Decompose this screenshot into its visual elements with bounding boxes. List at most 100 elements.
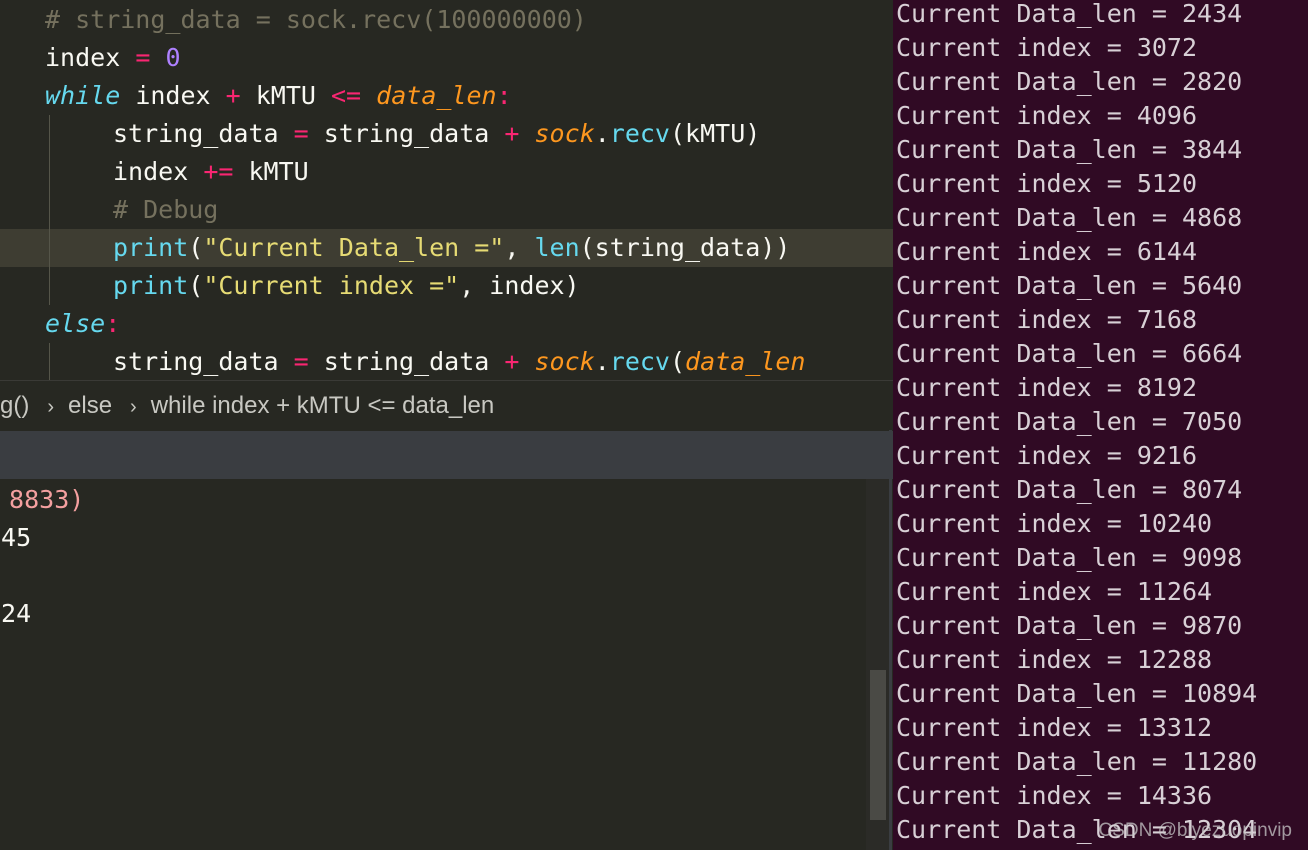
code-token: <= bbox=[331, 81, 362, 110]
code-token: = bbox=[293, 347, 309, 376]
code-line[interactable]: # string_data = sock.recv(100000000) bbox=[0, 1, 893, 39]
code-token: print bbox=[113, 233, 189, 262]
code-token: else bbox=[45, 309, 106, 338]
panel-divider bbox=[889, 430, 892, 850]
code-token: (string_data)) bbox=[579, 233, 791, 262]
console-line: Current index = 4096 bbox=[896, 101, 1198, 130]
console-line: Current index = 6144 bbox=[896, 237, 1198, 266]
code-token: string_data bbox=[308, 347, 505, 376]
code-token: , index) bbox=[459, 271, 580, 300]
code-token: "Current index =" bbox=[203, 271, 460, 300]
code-line[interactable]: string_data = string_data + sock.recv(da… bbox=[0, 343, 893, 380]
code-token: recv bbox=[609, 119, 670, 148]
code-line[interactable]: index = 0 bbox=[0, 39, 893, 77]
console-line: Current Data_len = 8074 bbox=[896, 475, 1243, 504]
console-line: Current index = 5120 bbox=[896, 169, 1198, 198]
console-line: Current Data_len = 4868 bbox=[896, 203, 1243, 232]
code-token: string_data bbox=[113, 119, 294, 148]
code-token: . bbox=[594, 347, 610, 376]
console-line: Current index = 3072 bbox=[896, 33, 1198, 62]
code-token: data_len bbox=[376, 81, 497, 110]
code-token: kMTU bbox=[240, 81, 331, 110]
code-token: . bbox=[594, 119, 610, 148]
console-line: Current Data_len = 10894 bbox=[896, 679, 1258, 708]
code-area[interactable]: # string_data = sock.recv(100000000) inde… bbox=[0, 0, 893, 380]
terminal-line: 8833) bbox=[0, 485, 85, 514]
console-line: Current Data_len = 9870 bbox=[896, 611, 1243, 640]
code-line[interactable]: index += kMTU bbox=[0, 153, 893, 191]
console-line: Current index = 8192 bbox=[896, 373, 1198, 402]
code-token: : bbox=[496, 81, 512, 110]
console-line: Current index = 9216 bbox=[896, 441, 1198, 470]
terminal-output[interactable]: 8833) 345 024 bbox=[0, 479, 893, 850]
code-token: index bbox=[113, 157, 204, 186]
code-token: ( bbox=[188, 233, 204, 262]
code-token: # string_data = sock.recv(100000000) bbox=[45, 5, 587, 34]
console-line: Current Data_len = 2820 bbox=[896, 67, 1243, 96]
console-line: Current index = 14336 bbox=[896, 781, 1213, 810]
code-token: len bbox=[534, 233, 580, 262]
code-token: 0 bbox=[165, 43, 181, 72]
code-token: ( bbox=[188, 271, 204, 300]
chevron-right-icon: › bbox=[47, 396, 55, 418]
indent-guide bbox=[49, 343, 50, 380]
code-token: while bbox=[45, 81, 121, 110]
console-line: Current index = 10240 bbox=[896, 509, 1213, 538]
console-line: Current Data_len = 5640 bbox=[896, 271, 1243, 300]
terminal-line: 024 bbox=[0, 599, 32, 628]
code-token: kMTU bbox=[233, 157, 309, 186]
console-line: Current Data_len = 6664 bbox=[896, 339, 1243, 368]
code-token: index bbox=[120, 81, 226, 110]
chevron-right-icon: › bbox=[130, 396, 137, 418]
code-token: sock bbox=[534, 119, 595, 148]
code-line[interactable]: else: bbox=[0, 305, 893, 343]
code-line[interactable]: # Debug bbox=[0, 191, 893, 229]
console-line: Current Data_len = 9098 bbox=[896, 543, 1243, 572]
terminal-scrollbar-thumb[interactable] bbox=[870, 670, 886, 820]
indent-guide bbox=[49, 115, 50, 305]
console-line: Current Data_len = 7050 bbox=[896, 407, 1243, 436]
code-token: + bbox=[504, 347, 520, 376]
breadcrumb: g() › else › while index + kMTU <= data_len bbox=[0, 380, 893, 431]
code-token: : bbox=[105, 309, 121, 338]
code-token: string_data bbox=[308, 119, 505, 148]
code-editor[interactable]: # string_data = sock.recv(100000000) inde… bbox=[0, 0, 893, 850]
code-token: , bbox=[504, 233, 535, 262]
code-token: "Current Data_len =" bbox=[203, 233, 505, 262]
watermark: CSDN @biyezuopinvip bbox=[1098, 820, 1292, 841]
code-token: recv bbox=[609, 347, 670, 376]
console-line: Current index = 11264 bbox=[896, 577, 1213, 606]
code-token: + bbox=[504, 119, 520, 148]
code-token: sock bbox=[534, 347, 595, 376]
ubuntu-terminal[interactable]: Current Data_len = 12304 Current index = … bbox=[893, 0, 1308, 850]
console-line: Current index = 12288 bbox=[896, 645, 1213, 674]
code-line[interactable]: print("Current Data_len =", len(string_d… bbox=[0, 229, 893, 267]
console-line: Current Data_len = 11280 bbox=[896, 747, 1258, 776]
panel-header bbox=[0, 431, 893, 479]
console-line: Current Data_len = 3844 bbox=[896, 135, 1243, 164]
code-token: index bbox=[45, 43, 136, 72]
breadcrumb-item-function[interactable]: g() bbox=[0, 381, 29, 431]
code-token: data_len bbox=[685, 347, 806, 376]
code-token: + bbox=[225, 81, 241, 110]
terminal-line: 345 bbox=[0, 523, 32, 552]
code-token: = bbox=[135, 43, 151, 72]
console-line: Current Data_len = 2434 bbox=[896, 0, 1243, 28]
code-token: string_data bbox=[113, 347, 294, 376]
code-line[interactable]: string_data = string_data + sock.recv(kM… bbox=[0, 115, 893, 153]
breadcrumb-item-while[interactable]: while index + kMTU <= data_len bbox=[151, 381, 495, 431]
console-line: Current index = 7168 bbox=[896, 305, 1198, 334]
code-line[interactable]: print("Current index =", index) bbox=[0, 267, 893, 305]
code-token: (kMTU) bbox=[669, 119, 761, 148]
code-token: ( bbox=[669, 347, 686, 376]
console-line: Current index = 13312 bbox=[896, 713, 1213, 742]
code-token: # Debug bbox=[113, 195, 219, 224]
code-token: print bbox=[113, 271, 189, 300]
breadcrumb-item-else[interactable]: else bbox=[68, 381, 112, 431]
code-line[interactable]: while index + kMTU <= data_len: bbox=[0, 77, 893, 115]
code-token: = bbox=[293, 119, 309, 148]
